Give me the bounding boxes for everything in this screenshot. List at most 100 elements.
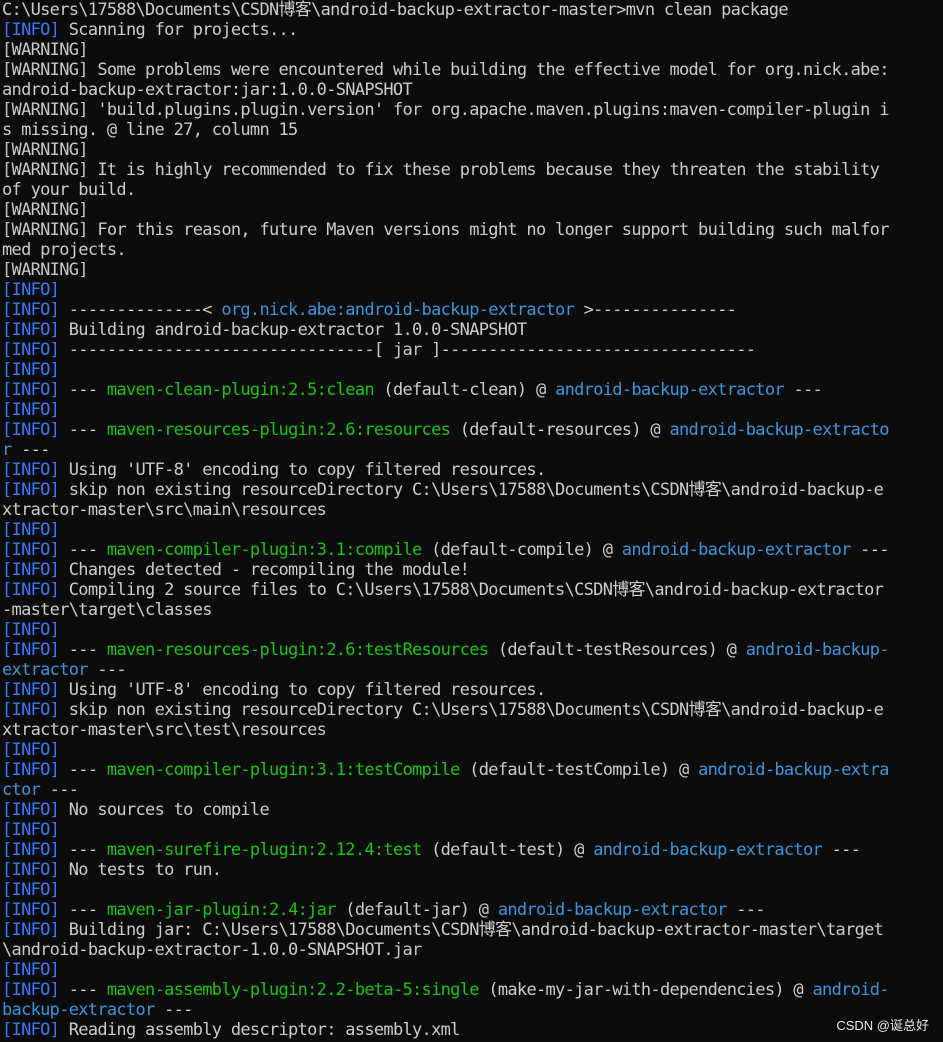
log-text: ---	[87, 660, 126, 680]
log-text: (default-test) @	[421, 840, 594, 860]
info-tag: [INFO]	[2, 1020, 60, 1040]
log-text: ---	[822, 840, 861, 860]
terminal-line: \android-backup-extractor-1.0.0-SNAPSHOT…	[2, 940, 943, 960]
log-text: -master\target\classes	[2, 600, 212, 620]
terminal-line: [INFO] --- maven-clean-plugin:2.5:clean …	[2, 380, 943, 400]
info-tag: [INFO]	[2, 580, 60, 600]
info-tag: [INFO]	[2, 360, 60, 380]
terminal-line: [WARNING] It is highly recommended to fi…	[2, 160, 943, 180]
terminal-line: android-backup-extractor:jar:1.0.0-SNAPS…	[2, 80, 943, 100]
info-tag: [INFO]	[2, 920, 60, 940]
info-tag: [INFO]	[2, 560, 60, 580]
plugin-goal: maven-resources-plugin:2.6:testResources	[106, 640, 489, 660]
log-text: ---	[850, 540, 889, 560]
log-text: ---	[726, 900, 765, 920]
info-tag: [INFO]	[2, 980, 60, 1000]
log-text: ---	[59, 540, 107, 560]
log-text: Compiling 2 source files to C:\Users\175…	[59, 580, 884, 600]
terminal-line: [INFO] --- maven-resources-plugin:2.6:te…	[2, 640, 943, 660]
info-tag: [INFO]	[2, 300, 60, 320]
terminal-line: [WARNING] For this reason, future Maven …	[2, 220, 943, 240]
artifact-name: android-backup-extractor	[497, 900, 728, 920]
log-text: --------------------------------[ jar ]-…	[59, 340, 756, 360]
log-text: skip non existing resourceDirectory C:\U…	[59, 700, 884, 720]
artifact-name: extractor	[2, 660, 89, 680]
terminal-output[interactable]: C:\Users\17588\Documents\CSDN博客\android-…	[0, 0, 943, 1042]
terminal-line: -master\target\classes	[2, 600, 943, 620]
warning-tag: [WARNING]	[2, 160, 89, 180]
warning-tag: [WARNING]	[2, 60, 89, 80]
info-tag: [INFO]	[2, 960, 60, 980]
info-tag: [INFO]	[2, 460, 60, 480]
plugin-goal: maven-clean-plugin:2.5:clean	[106, 380, 375, 400]
log-text: xtractor-master\src\test\resources	[2, 720, 327, 740]
log-text: Reading assembly descriptor: assembly.xm…	[59, 1020, 461, 1040]
terminal-line: med projects.	[2, 240, 943, 260]
terminal-line: [INFO]	[2, 740, 943, 760]
terminal-line: of your build.	[2, 180, 943, 200]
log-text: android-backup-extractor:jar:1.0.0-SNAPS…	[2, 80, 413, 100]
info-tag: [INFO]	[2, 380, 60, 400]
log-text: xtractor-master\src\main\resources	[2, 500, 327, 520]
warning-tag: [WARNING]	[2, 140, 89, 160]
log-text: Using 'UTF-8' encoding to copy filtered …	[59, 680, 546, 700]
artifact-name: android-backup-	[745, 640, 890, 660]
terminal-line: xtractor-master\src\main\resources	[2, 500, 943, 520]
terminal-line: [INFO] Changes detected - recompiling th…	[2, 560, 943, 580]
info-tag: [INFO]	[2, 800, 60, 820]
log-text: ---	[11, 440, 50, 460]
terminal-line: [INFO] --- maven-assembly-plugin:2.2-bet…	[2, 980, 943, 1000]
terminal-line: [INFO] Compiling 2 source files to C:\Us…	[2, 580, 943, 600]
terminal-line: [INFO]	[2, 960, 943, 980]
warning-tag: [WARNING]	[2, 40, 89, 60]
log-text: ---	[59, 380, 107, 400]
info-tag: [INFO]	[2, 760, 60, 780]
terminal-line: [INFO] Building android-backup-extractor…	[2, 320, 943, 340]
log-text: med projects.	[2, 240, 127, 260]
log-text: (default-compile) @	[421, 540, 622, 560]
artifact-name: ctor	[2, 780, 41, 800]
info-tag: [INFO]	[2, 400, 60, 420]
terminal-line: ctor ---	[2, 780, 943, 800]
log-text: --------------<	[59, 300, 222, 320]
info-tag: [INFO]	[2, 620, 60, 640]
log-text: Changes detected - recompiling the modul…	[59, 560, 470, 580]
log-text: skip non existing resourceDirectory C:\U…	[59, 480, 884, 500]
terminal-line: extractor ---	[2, 660, 943, 680]
terminal-line: [WARNING]	[2, 260, 943, 280]
terminal-line: [WARNING]	[2, 40, 943, 60]
info-tag: [INFO]	[2, 520, 60, 540]
info-tag: [INFO]	[2, 340, 60, 360]
info-tag: [INFO]	[2, 700, 60, 720]
log-text: No sources to compile	[59, 800, 270, 820]
terminal-line: [INFO] No sources to compile	[2, 800, 943, 820]
plugin-goal: maven-surefire-plugin:2.12.4:test	[106, 840, 422, 860]
artifact-name: android-backup-extracto	[669, 420, 889, 440]
log-text: Building jar: C:\Users\17588\Documents\C…	[59, 920, 884, 940]
terminal-line: [INFO]	[2, 820, 943, 840]
log-text: ---	[783, 380, 823, 400]
terminal-line: s missing. @ line 27, column 15	[2, 120, 943, 140]
plugin-goal: maven-jar-plugin:2.4:jar	[106, 900, 337, 920]
terminal-line: [INFO] --- maven-compiler-plugin:3.1:com…	[2, 540, 943, 560]
log-text: C:\Users\17588\Documents\CSDN博客\android-…	[2, 0, 789, 20]
terminal-line: [INFO] skip non existing resourceDirecto…	[2, 700, 943, 720]
plugin-goal: maven-compiler-plugin:3.1:compile	[106, 540, 422, 560]
terminal-line: [WARNING]	[2, 140, 943, 160]
log-text: >---------------	[574, 300, 737, 320]
info-tag: [INFO]	[2, 740, 60, 760]
log-text: No tests to run.	[59, 860, 222, 880]
terminal-line: [INFO]	[2, 520, 943, 540]
info-tag: [INFO]	[2, 540, 60, 560]
log-text: For this reason, future Maven versions m…	[87, 220, 889, 240]
log-text: ---	[154, 1000, 193, 1020]
terminal-line: [WARNING] 'build.plugins.plugin.version'…	[2, 100, 943, 120]
terminal-line: [INFO] --- maven-surefire-plugin:2.12.4:…	[2, 840, 943, 860]
terminal-line: [INFO] --------------------------------[…	[2, 340, 943, 360]
log-text: It is highly recommended to fix these pr…	[87, 160, 880, 180]
terminal-line: [WARNING] Some problems were encountered…	[2, 60, 943, 80]
artifact-name: android-backup-extractor	[593, 840, 823, 860]
warning-tag: [WARNING]	[2, 260, 89, 280]
terminal-line: [INFO] Using 'UTF-8' encoding to copy fi…	[2, 680, 943, 700]
terminal-line: [INFO]	[2, 880, 943, 900]
